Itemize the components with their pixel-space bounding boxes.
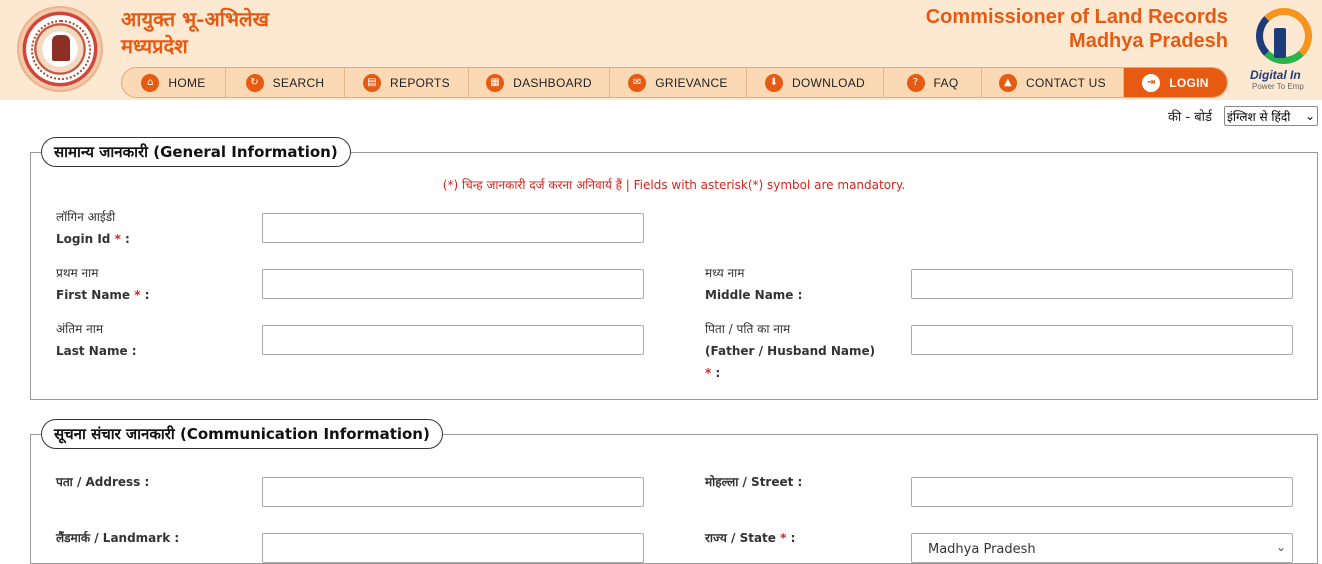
- faq-icon: ?: [906, 73, 925, 92]
- nav-faq[interactable]: ? FAQ: [884, 68, 982, 97]
- keyboard-label: की - बोर्ड: [1167, 110, 1212, 125]
- state-label: राज्य / State * :: [705, 531, 796, 545]
- general-information-legend: सामान्य जानकारी (General Information): [41, 137, 351, 167]
- login-icon: ⇥: [1142, 73, 1161, 92]
- middle-name-input[interactable]: [911, 269, 1293, 299]
- nav-dashboard-label: DASHBOARD: [513, 75, 592, 90]
- nav-contact-us[interactable]: ▲ CONTACT US: [982, 68, 1124, 97]
- grievance-icon: ✉: [628, 73, 647, 92]
- state-select[interactable]: Madhya Pradesh ⌄: [911, 533, 1293, 563]
- landmark-label: लैंडमार्क / Landmark :: [56, 531, 180, 545]
- contact-icon: ▲: [999, 73, 1018, 92]
- father-name-label-hi: पिता / पति का नाम: [705, 322, 791, 336]
- address-input[interactable]: [262, 477, 644, 507]
- chevron-down-icon: ⌄: [1304, 109, 1315, 123]
- address-label: पता / Address :: [56, 475, 150, 489]
- digital-india-logo[interactable]: Digital In Power To Emp: [1248, 6, 1322, 94]
- middle-name-label-en: Middle Name :: [705, 288, 803, 302]
- digital-india-i-icon: [1274, 28, 1286, 58]
- mandatory-note: (*) चिन्ह जानकारी दर्ज करना अनिवार्य हैं…: [442, 178, 906, 192]
- nav-download-label: DOWNLOAD: [791, 75, 866, 90]
- nav-download[interactable]: ⬇ DOWNLOAD: [747, 68, 884, 97]
- father-name-label-required: * :: [705, 366, 721, 380]
- last-name-label-hi: अंतिम नाम: [56, 322, 104, 336]
- first-name-label-en: First Name * :: [56, 288, 150, 302]
- nav-search[interactable]: ↻ SEARCH: [226, 68, 345, 97]
- nav-login-label: LOGIN: [1169, 75, 1209, 90]
- login-id-label: लॉगिन आईडी Login Id * :: [56, 206, 130, 250]
- digital-india-text: Digital In: [1250, 68, 1301, 82]
- street-input[interactable]: [911, 477, 1293, 507]
- home-icon: ⌂: [141, 73, 160, 92]
- father-name-label: पिता / पति का नाम (Father / Husband Name…: [705, 318, 875, 384]
- father-name-input[interactable]: [911, 325, 1293, 355]
- site-header: आयुक्त भू-अभिलेख मध्यप्रदेश Commissioner…: [0, 0, 1322, 100]
- nav-reports-label: REPORTS: [390, 75, 450, 90]
- main-nav: ⌂ HOME ↻ SEARCH ▤ REPORTS ▦ DASHBOARD ✉ …: [121, 67, 1228, 98]
- last-name-input[interactable]: [262, 325, 644, 355]
- title-hindi-line2: मध्यप्रदेश: [121, 34, 188, 58]
- communication-information-legend: सूचना संचार जानकारी (Communication Infor…: [41, 419, 443, 449]
- reports-icon: ▤: [363, 73, 382, 92]
- first-name-input[interactable]: [262, 269, 644, 299]
- nav-search-label: SEARCH: [272, 75, 325, 90]
- login-id-label-hi: लॉगिन आईडी: [56, 210, 116, 224]
- mp-emblem-logo: [17, 6, 103, 92]
- nav-login[interactable]: ⇥ LOGIN: [1124, 68, 1227, 97]
- last-name-label-en: Last Name :: [56, 344, 137, 358]
- download-icon: ⬇: [764, 73, 783, 92]
- keyboard-language-value: इंग्लिश से हिंदी: [1227, 109, 1291, 124]
- search-icon: ↻: [245, 73, 264, 92]
- nav-faq-label: FAQ: [933, 75, 959, 90]
- nav-grievance-label: GRIEVANCE: [655, 75, 728, 90]
- first-name-label-hi: प्रथम नाम: [56, 266, 99, 280]
- father-name-label-en: (Father / Husband Name): [705, 344, 876, 358]
- state-select-value: Madhya Pradesh: [928, 542, 1036, 557]
- nav-grievance[interactable]: ✉ GRIEVANCE: [610, 68, 747, 97]
- landmark-input[interactable]: [262, 533, 644, 563]
- chevron-down-icon: ⌄: [1275, 540, 1286, 554]
- middle-name-label: मध्य नाम Middle Name :: [705, 262, 802, 306]
- last-name-label: अंतिम नाम Last Name :: [56, 318, 137, 362]
- nav-dashboard[interactable]: ▦ DASHBOARD: [469, 68, 610, 97]
- general-information-section: सामान्य जानकारी (General Information) (*…: [30, 137, 1318, 400]
- keyboard-language-select[interactable]: इंग्लिश से हिंदी ⌄: [1224, 106, 1318, 126]
- title-english-line2: Madhya Pradesh: [1069, 30, 1228, 52]
- keyboard-selector: की - बोर्ड इंग्लिश से हिंदी ⌄: [1168, 106, 1318, 126]
- nav-home[interactable]: ⌂ HOME: [122, 68, 226, 97]
- title-english: Commissioner of Land Records Madhya Prad…: [926, 5, 1228, 53]
- digital-india-tagline: Power To Emp: [1252, 82, 1304, 91]
- nav-reports[interactable]: ▤ REPORTS: [345, 68, 469, 97]
- middle-name-label-hi: मध्य नाम: [705, 266, 745, 280]
- first-name-label: प्रथम नाम First Name * :: [56, 262, 150, 306]
- emblem-lion-icon: [52, 35, 70, 61]
- street-label: मोहल्ला / Street :: [705, 475, 803, 489]
- login-id-input[interactable]: [262, 213, 644, 243]
- nav-contact-label: CONTACT US: [1026, 75, 1106, 90]
- title-hindi-line1: आयुक्त भू-अभिलेख: [121, 7, 269, 31]
- dashboard-icon: ▦: [486, 73, 505, 92]
- title-hindi: आयुक्त भू-अभिलेख मध्यप्रदेश: [121, 6, 269, 60]
- login-id-label-en: Login Id * :: [56, 232, 130, 246]
- title-english-line1: Commissioner of Land Records: [925, 6, 1228, 28]
- nav-home-label: HOME: [168, 75, 206, 90]
